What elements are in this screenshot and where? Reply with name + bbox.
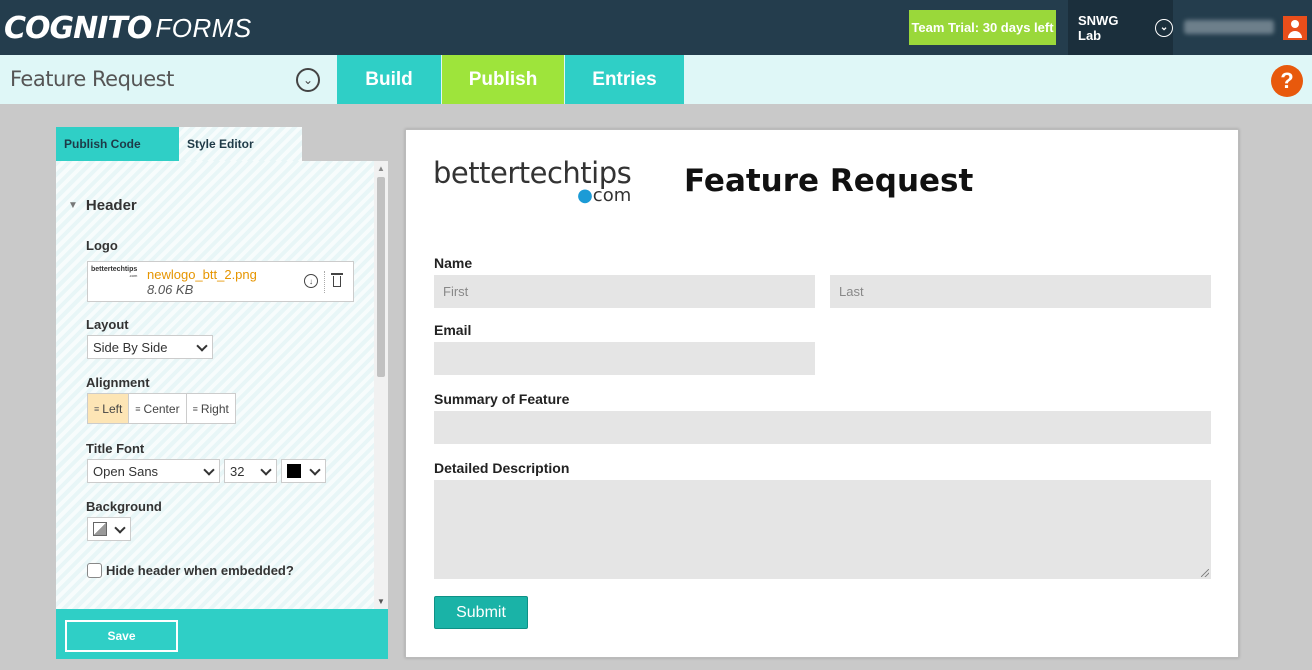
resize-handle-icon[interactable] [1201,569,1209,577]
description-textarea[interactable] [434,480,1211,579]
align-right-icon: ≡ [192,403,198,414]
align-left-button[interactable]: ≡ Left [88,394,130,423]
summary-label: Summary of Feature [434,391,570,407]
chevron-down-icon: ⌄ [1155,18,1173,37]
layout-select[interactable]: Side By Side [87,335,213,359]
style-editor-panel: ▼ Header Logo bettertechtips .com newlog… [56,161,388,609]
section-header-toggle[interactable]: ▼ Header [68,197,137,214]
brand-cognito: COGNITO [4,10,152,46]
background-label: Background [86,499,162,514]
scrollbar-thumb[interactable] [377,177,385,377]
save-bar: Save [56,609,388,659]
preview-logo: bettertechtips ●com [433,156,632,205]
title-font-family-select[interactable]: Open Sans [87,459,220,483]
section-title: Header [85,197,137,214]
first-name-input[interactable]: First [434,275,815,308]
tab-publish-code[interactable]: Publish Code [56,127,179,161]
tab-build[interactable]: Build [337,55,441,104]
chevron-down-icon [114,522,126,534]
tab-publish[interactable]: Publish [442,55,564,104]
logo-upload-box: bettertechtips .com newlogo_btt_2.png 8.… [87,261,354,302]
alignment-button-group: ≡ Left ≡ Center ≡ Right [87,393,236,424]
help-icon[interactable]: ? [1271,65,1303,97]
logo-dotcom: ●com [577,185,632,206]
preview-title: Feature Request [684,163,974,199]
form-nav-bar: Feature Request ⌄ Build Publish Entries … [0,55,1312,104]
scroll-down-icon[interactable]: ▼ [377,597,385,606]
cognito-forms-logo[interactable]: COGNITO FORMS [4,8,252,48]
chevron-down-icon [309,464,321,476]
last-name-input[interactable]: Last [830,275,1211,308]
hide-header-label: Hide header when embedded? [106,563,294,578]
trash-icon[interactable] [331,273,343,288]
align-center-icon: ≡ [135,403,141,414]
color-swatch [287,464,301,478]
org-name: SNWG Lab [1078,12,1119,43]
chevron-down-icon [196,340,208,352]
tab-entries[interactable]: Entries [565,55,684,104]
logo-thumbnail: bettertechtips .com [91,266,138,278]
align-left-icon: ≡ [94,403,100,414]
title-font-label: Title Font [86,441,145,456]
align-center-button[interactable]: ≡ Center [129,394,187,423]
description-label: Detailed Description [434,460,570,476]
layout-label: Layout [86,317,129,332]
title-font-size-select[interactable]: 32 [224,459,277,483]
divider [324,271,325,293]
save-button[interactable]: Save [65,620,178,652]
user-avatar-icon[interactable] [1283,16,1307,40]
background-swatch-icon [93,522,107,536]
panel-scrollbar[interactable]: ▲ ▼ [374,161,388,609]
chevron-down-icon [260,464,272,476]
background-select[interactable] [87,517,131,541]
align-right-button[interactable]: ≡ Right [187,394,235,423]
submit-button[interactable]: Submit [434,596,528,629]
alignment-label: Alignment [86,375,150,390]
team-trial-badge[interactable]: Team Trial: 30 days left [909,10,1056,45]
scroll-up-icon[interactable]: ▲ [377,164,385,173]
logo-label: Logo [86,238,118,253]
title-font-color-select[interactable] [281,459,326,483]
tab-style-editor[interactable]: Style Editor [179,127,302,161]
chevron-down-icon[interactable]: ⌄ [296,68,320,92]
hide-header-row: Hide header when embedded? [87,563,294,578]
form-preview: bettertechtips ●com Feature Request Name… [405,129,1239,658]
email-input[interactable] [434,342,815,375]
org-switcher[interactable]: SNWG Lab ⌄ [1068,0,1173,55]
logo-main-text: bettertechtips [433,156,632,190]
logo-file-name[interactable]: newlogo_btt_2.png [147,267,257,282]
triangle-down-icon: ▼ [68,200,78,211]
brand-forms: FORMS [155,12,252,43]
email-label: Email [434,322,472,338]
summary-input[interactable] [434,411,1211,444]
form-title: Feature Request [10,67,174,91]
chevron-down-icon [203,464,215,476]
hide-header-checkbox[interactable] [87,563,102,578]
download-icon[interactable]: ↓ [304,274,318,288]
logo-file-size: 8.06 KB [147,282,194,297]
user-name-blurred[interactable] [1184,20,1274,34]
name-label: Name [434,255,473,271]
top-bar: COGNITO FORMS Team Trial: 30 days left S… [0,0,1312,55]
